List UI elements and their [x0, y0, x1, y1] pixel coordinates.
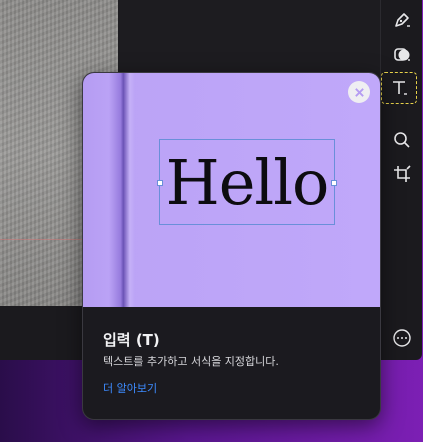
shape-tool-button[interactable] — [390, 42, 414, 66]
close-button[interactable] — [348, 81, 370, 103]
close-icon — [354, 87, 364, 97]
crop-icon — [394, 165, 411, 182]
shapes-icon — [394, 48, 410, 61]
text-icon — [393, 81, 407, 95]
text-tool-button[interactable] — [381, 72, 417, 104]
more-icon — [393, 329, 411, 347]
popover-description: 텍스트를 추가하고 서식을 지정합니다. — [103, 355, 279, 368]
pen-tool-button[interactable] — [390, 8, 414, 32]
text-box-selection: Hello — [157, 139, 337, 225]
resize-handle-right — [331, 180, 337, 186]
crop-tool-button[interactable] — [390, 162, 414, 186]
preview-illustration: Hello — [83, 73, 380, 307]
right-toolbar — [380, 0, 422, 360]
popover-title: 입력 (T) — [103, 331, 160, 349]
paper-fold — [109, 73, 135, 307]
zoom-tool-button[interactable] — [390, 128, 414, 152]
learn-more-link[interactable]: 더 알아보기 — [103, 380, 157, 396]
resize-handle-left — [157, 180, 163, 186]
preview-text: Hello — [165, 145, 330, 219]
more-tool-button[interactable] — [390, 326, 414, 350]
search-icon — [394, 132, 410, 148]
pen-icon — [395, 13, 410, 27]
tool-tip-popover: Hello 입력 (T) 텍스트를 추가하고 서식을 지정합니다. 더 알아보기 — [82, 72, 381, 420]
